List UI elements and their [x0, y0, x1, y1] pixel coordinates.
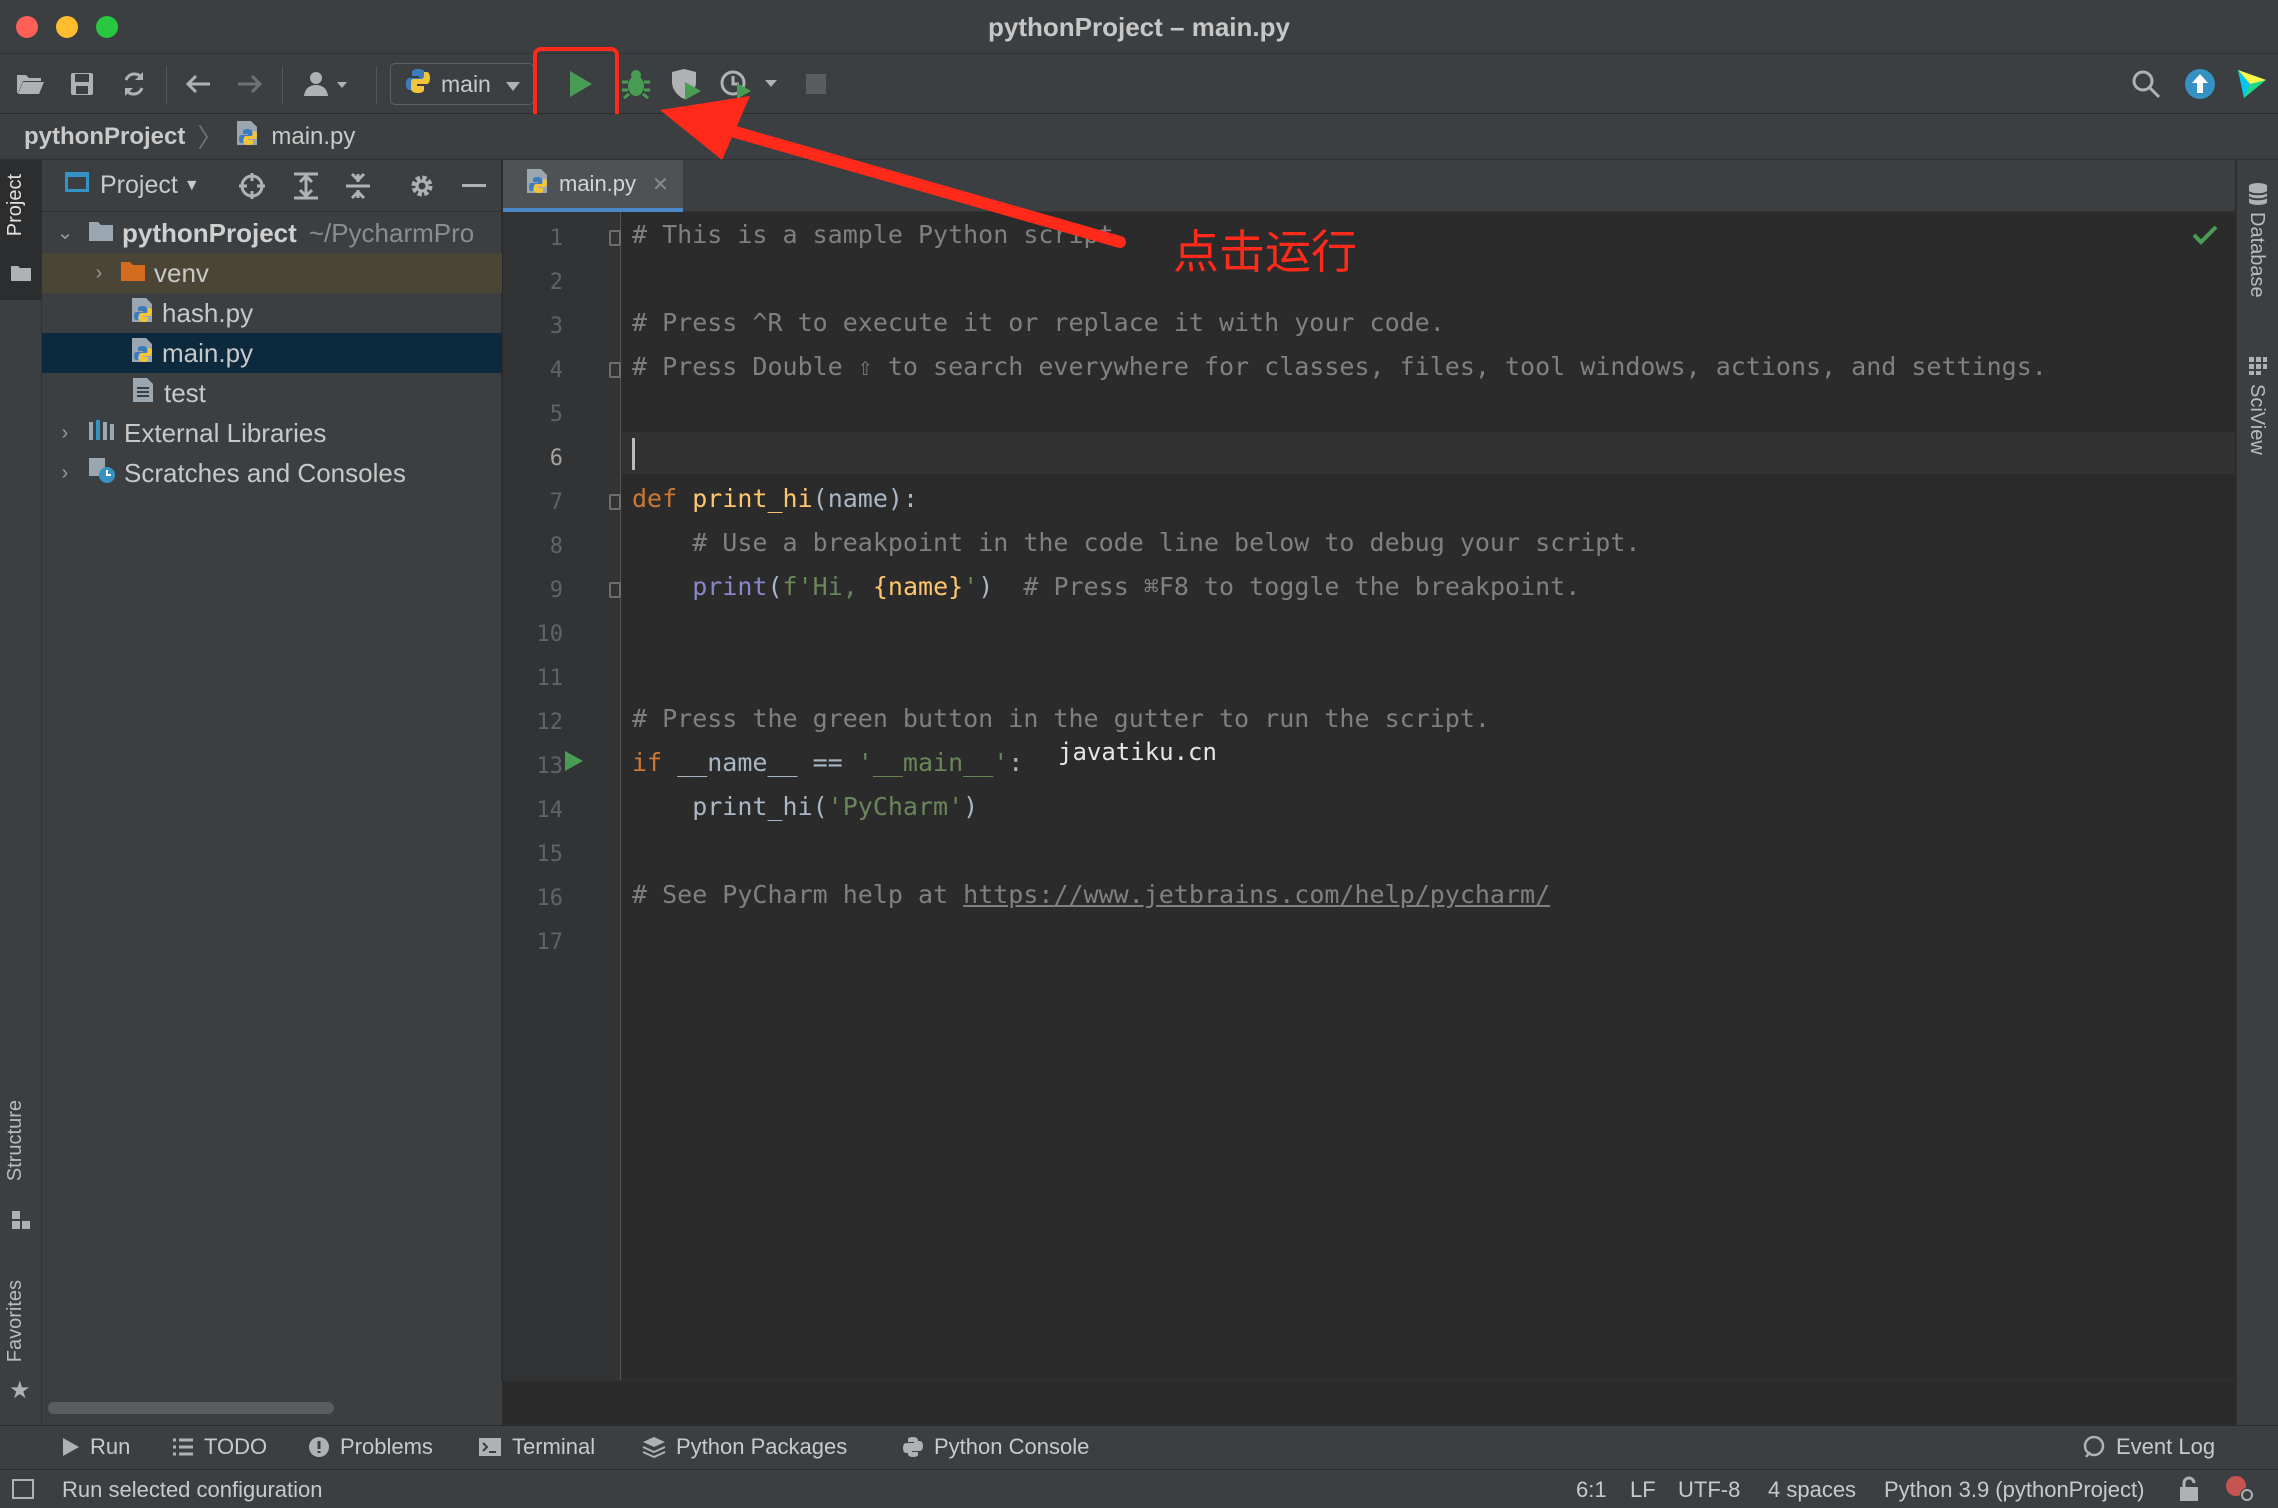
database-icon	[2248, 182, 2268, 211]
list-icon	[173, 1438, 193, 1456]
sciview-tool-tab[interactable]: SciView	[2245, 384, 2268, 455]
python-console-tool-button[interactable]: Python Console	[902, 1434, 1089, 1460]
terminal-tool-label: Terminal	[512, 1434, 596, 1459]
indent-setting[interactable]: 4 spaces	[1768, 1477, 1856, 1503]
python-interpreter[interactable]: Python 3.9 (pythonProject)	[1884, 1477, 2144, 1503]
terminal-icon	[479, 1438, 501, 1456]
tool-window-bar: Run TODO Problems Terminal Python Packag…	[0, 1425, 2278, 1469]
problems-tool-label: Problems	[340, 1434, 433, 1459]
right-tool-strip: Database SciView	[2236, 160, 2278, 1425]
caret-position[interactable]: 6:1	[1576, 1477, 1607, 1503]
sciview-icon	[2248, 356, 2268, 381]
event-log-icon	[2083, 1435, 2105, 1458]
event-log-tool-button[interactable]: Event Log	[2082, 1434, 2215, 1460]
project-panel-footer	[42, 1380, 502, 1425]
python-console-tool-label: Python Console	[934, 1434, 1090, 1459]
annotation-label: 点击运行	[1173, 225, 1357, 279]
todo-tool-label: TODO	[204, 1434, 268, 1459]
watermark-text: javatiku.cn	[1058, 738, 1217, 766]
problems-icon	[309, 1437, 329, 1457]
database-tool-tab[interactable]: Database	[2245, 212, 2268, 298]
lock-icon[interactable]	[2178, 1476, 2200, 1508]
inspector-icon[interactable]	[2224, 1474, 2256, 1508]
problems-tool-button[interactable]: Problems	[308, 1434, 433, 1460]
status-bar: Run selected configuration 6:1 LF UTF-8 …	[0, 1469, 2278, 1508]
run-tool-label: Run	[90, 1434, 131, 1459]
python-packages-tool-label: Python Packages	[676, 1434, 848, 1459]
panel-toggle-icon[interactable]	[12, 1479, 34, 1499]
todo-tool-button[interactable]: TODO	[172, 1434, 267, 1460]
play-icon	[63, 1438, 79, 1456]
layers-icon	[642, 1437, 666, 1458]
editor-footer	[503, 1380, 2235, 1425]
terminal-tool-button[interactable]: Terminal	[478, 1434, 595, 1460]
python-console-icon	[903, 1437, 923, 1457]
line-separator[interactable]: LF	[1630, 1477, 1656, 1503]
event-log-tool-label: Event Log	[2116, 1434, 2216, 1459]
status-message: Run selected configuration	[62, 1477, 323, 1502]
python-packages-tool-button[interactable]: Python Packages	[642, 1434, 847, 1460]
horizontal-scrollbar[interactable]	[48, 1402, 334, 1414]
run-tool-button[interactable]: Run	[62, 1434, 130, 1460]
file-encoding[interactable]: UTF-8	[1678, 1477, 1740, 1503]
